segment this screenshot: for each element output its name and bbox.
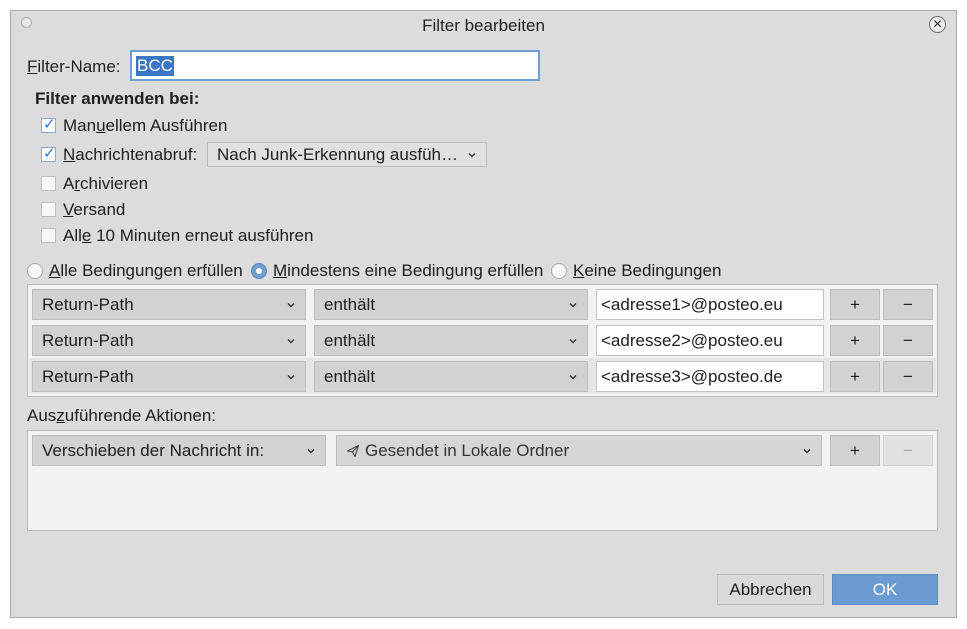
condition-operator-value: enthält	[324, 330, 376, 350]
add-condition-button[interactable]: +	[830, 361, 880, 392]
window-title: Filter bearbeiten	[422, 16, 545, 35]
condition-field-value: Return-Path	[42, 330, 134, 350]
action-target-select[interactable]: Gesendet in Lokale Ordner	[336, 435, 822, 466]
apply-section-heading: Filter anwenden bei:	[35, 89, 200, 108]
radio-dot-icon	[256, 268, 262, 274]
condition-field-value: Return-Path	[42, 294, 134, 314]
add-condition-button[interactable]: +	[830, 325, 880, 356]
condition-operator-select[interactable]: enthält	[314, 289, 588, 320]
action-type-select[interactable]: Verschieben der Nachricht in:	[32, 435, 326, 466]
filter-dialog: Filter bearbeiten ✕ Filter-Name: BCC Fil…	[10, 10, 957, 618]
condition-value: <adresse1>@posteo.eu	[601, 294, 783, 314]
action-target-value: Gesendet in Lokale Ordner	[365, 440, 570, 460]
actions-section-label: Auszuführende Aktionen:	[27, 406, 217, 425]
fetch-label[interactable]: Nachrichtenabruf:	[63, 145, 197, 165]
ok-button[interactable]: OK	[832, 574, 938, 605]
chevron-down-icon	[287, 338, 295, 343]
remove-condition-button[interactable]: −	[883, 361, 933, 392]
condition-field-value: Return-Path	[42, 366, 134, 386]
match-any-label[interactable]: Mindestens eine Bedingung erfüllen	[273, 261, 543, 281]
condition-field-select[interactable]: Return-Path	[32, 325, 306, 356]
manual-run-checkbox[interactable]: ✓	[41, 116, 56, 133]
junk-timing-select[interactable]: Nach Junk-Erkennung ausfüh…	[207, 142, 487, 167]
condition-operator-value: enthält	[324, 366, 376, 386]
send-checkbox[interactable]	[41, 202, 56, 217]
add-condition-button[interactable]: +	[830, 289, 880, 320]
chevron-down-icon	[803, 448, 811, 453]
filter-name-input[interactable]: BCC	[130, 50, 540, 81]
periodic-label[interactable]: Alle 10 Minuten erneut ausführen	[63, 226, 313, 246]
junk-timing-value: Nach Junk-Erkennung ausfüh…	[217, 144, 458, 164]
action-type-value: Verschieben der Nachricht in:	[42, 440, 265, 460]
filter-name-label: Filter-Name:	[27, 57, 121, 76]
match-any-radio[interactable]	[251, 263, 267, 279]
condition-operator-select[interactable]: enthält	[314, 325, 588, 356]
title-bar[interactable]: Filter bearbeiten ✕	[11, 11, 956, 39]
condition-value-input[interactable]: <adresse3>@posteo.de	[596, 361, 824, 392]
archive-checkbox[interactable]	[41, 176, 56, 191]
condition-value-input[interactable]: <adresse2>@posteo.eu	[596, 325, 824, 356]
condition-value: <adresse3>@posteo.de	[601, 366, 783, 386]
condition-value: <adresse2>@posteo.eu	[601, 330, 783, 350]
archive-label[interactable]: Archivieren	[63, 174, 148, 194]
checkmark-icon: ✓	[43, 116, 56, 133]
match-all-label[interactable]: Alle Bedingungen erfüllen	[49, 261, 243, 281]
close-icon[interactable]: ✕	[929, 16, 946, 33]
remove-action-button[interactable]: −	[883, 435, 933, 466]
condition-field-select[interactable]: Return-Path	[32, 361, 306, 392]
chevron-down-icon	[569, 302, 577, 307]
condition-value-input[interactable]: <adresse1>@posteo.eu	[596, 289, 824, 320]
add-action-button[interactable]: +	[830, 435, 880, 466]
chevron-down-icon	[307, 448, 315, 453]
condition-operator-value: enthält	[324, 294, 376, 314]
match-all-radio[interactable]	[27, 263, 43, 279]
periodic-checkbox[interactable]	[41, 228, 56, 243]
paper-plane-icon	[346, 444, 360, 457]
chevron-down-icon	[569, 374, 577, 379]
remove-condition-button[interactable]: −	[883, 289, 933, 320]
remove-condition-button[interactable]: −	[883, 325, 933, 356]
chevron-down-icon	[287, 302, 295, 307]
match-none-radio[interactable]	[551, 263, 567, 279]
chevron-down-icon	[468, 152, 476, 157]
checkmark-icon: ✓	[43, 145, 56, 162]
chevron-down-icon	[287, 374, 295, 379]
actions-list: Verschieben der Nachricht in: Gesendet i…	[27, 430, 938, 531]
fetch-checkbox[interactable]: ✓	[41, 145, 56, 162]
conditions-list: Return-Path enthält <adresse1>@posteo.eu…	[27, 284, 938, 397]
cancel-button[interactable]: Abbrechen	[717, 574, 824, 605]
condition-field-select[interactable]: Return-Path	[32, 289, 306, 320]
condition-operator-select[interactable]: enthält	[314, 361, 588, 392]
match-none-label[interactable]: Keine Bedingungen	[573, 261, 721, 281]
filter-name-value: BCC	[136, 55, 174, 76]
manual-run-label[interactable]: Manuellem Ausführen	[63, 116, 227, 136]
send-label[interactable]: Versand	[63, 200, 125, 220]
chevron-down-icon	[569, 338, 577, 343]
